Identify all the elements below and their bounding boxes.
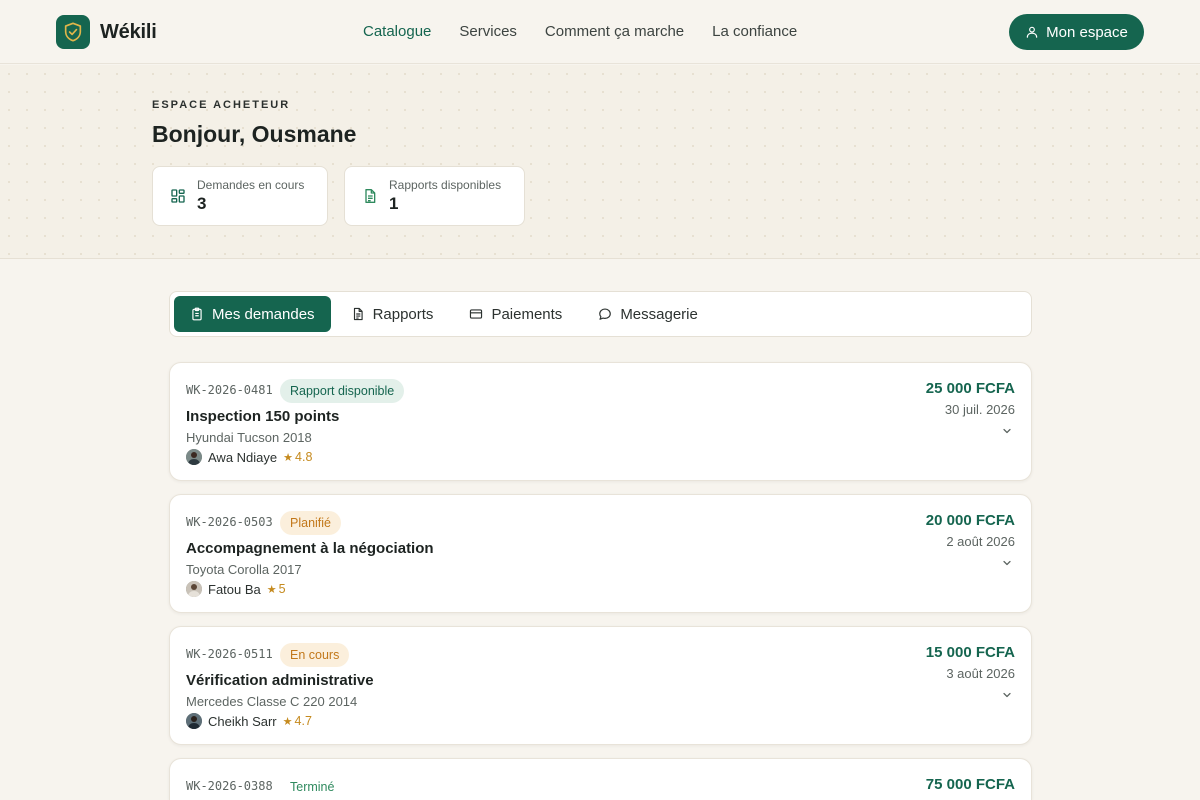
- inspector-info: Cheikh Sarr ★ 4.7: [186, 713, 312, 729]
- request-date: 30 juil. 2026: [944, 402, 1015, 417]
- avatar: [186, 713, 202, 729]
- rating: ★ 4.7: [283, 714, 312, 728]
- rating: ★ 4.8: [283, 450, 312, 464]
- brand-logo[interactable]: Wékili: [56, 15, 157, 49]
- request-title: Inspection 150 points: [186, 408, 340, 425]
- document-icon: [362, 188, 378, 204]
- shield-check-icon: [56, 15, 90, 49]
- status-badge: Planifié: [280, 511, 341, 535]
- credit-card-icon: [470, 309, 483, 319]
- tab-my-requests[interactable]: Mes demandes: [174, 296, 331, 332]
- tab-messaging[interactable]: Messagerie: [582, 296, 714, 332]
- chevron-down-icon[interactable]: [999, 555, 1015, 571]
- request-card[interactable]: WK-2026-0481 Rapport disponible Inspecti…: [169, 362, 1032, 481]
- stat-label: Demandes en cours: [197, 178, 305, 192]
- document-icon: [353, 307, 363, 321]
- tab-label: Paiements: [491, 305, 563, 323]
- top-navigation-bar: Wékili Catalogue Services Comment ça mar…: [0, 0, 1200, 64]
- nav-link-trust[interactable]: La confiance: [712, 22, 797, 42]
- chat-bubble-icon: [599, 308, 612, 320]
- grid-icon: [170, 188, 186, 204]
- request-title: Vérification administrative: [186, 672, 374, 689]
- tab-label: Rapports: [372, 305, 434, 323]
- stat-value: 1: [389, 194, 399, 213]
- section-eyebrow: ESPACE ACHETEUR: [152, 99, 291, 111]
- chevron-down-icon[interactable]: [999, 423, 1015, 439]
- nav-link-how-it-works[interactable]: Comment ça marche: [545, 22, 684, 42]
- clipboard-icon: [192, 307, 202, 321]
- tab-payments[interactable]: Paiements: [453, 296, 578, 332]
- request-reference: WK-2026-0503: [186, 515, 273, 529]
- vehicle-name: Hyundai Tucson 2018: [186, 430, 312, 445]
- request-reference: WK-2026-0388: [186, 779, 273, 793]
- dashboard-tabs: Mes demandes Rapports Paiements Messager…: [169, 291, 1032, 337]
- user-icon: [1026, 26, 1038, 38]
- page-title: Bonjour, Ousmane: [152, 121, 357, 147]
- tab-label: Mes demandes: [212, 305, 315, 323]
- inspector-info: Fatou Ba ★ 5: [186, 581, 286, 597]
- status-badge: Rapport disponible: [280, 379, 405, 403]
- stat-card-requests: Demandes en cours 3: [152, 166, 328, 226]
- vehicle-name: Mercedes Classe C 220 2014: [186, 694, 358, 709]
- dashboard-hero: ESPACE ACHETEUR Bonjour, Ousmane Demande…: [0, 65, 1200, 259]
- request-card[interactable]: WK-2026-0511 En cours Vérification admin…: [169, 626, 1032, 745]
- rating-value: 4.8: [295, 450, 313, 464]
- star-icon: ★: [266, 583, 277, 596]
- request-date: 3 août 2026: [946, 666, 1015, 681]
- star-icon: ★: [283, 451, 294, 464]
- nav-link-catalogue[interactable]: Catalogue: [363, 22, 431, 42]
- my-space-button[interactable]: Mon espace: [1009, 14, 1144, 50]
- stat-value: 3: [197, 194, 207, 213]
- avatar: [186, 449, 202, 465]
- request-price: 75 000 FCFA: [925, 776, 1015, 793]
- chevron-down-icon[interactable]: [999, 687, 1015, 703]
- brand-name: Wékili: [100, 20, 157, 43]
- request-date: 2 août 2026: [946, 534, 1015, 549]
- request-card[interactable]: WK-2026-0388 Terminé 75 000 FCFA: [169, 758, 1032, 800]
- vehicle-name: Toyota Corolla 2017: [186, 562, 302, 577]
- nav-link-services[interactable]: Services: [459, 22, 517, 42]
- rating-value: 5: [278, 582, 286, 596]
- tab-reports[interactable]: Rapports: [335, 296, 450, 332]
- rating: ★ 5: [267, 582, 286, 596]
- tab-label: Messagerie: [620, 305, 698, 323]
- request-card[interactable]: WK-2026-0503 Planifié Accompagnement à l…: [169, 494, 1032, 613]
- status-badge: Terminé: [280, 775, 345, 799]
- inspector-name: Awa Ndiaye: [208, 449, 278, 465]
- request-reference: WK-2026-0481: [186, 383, 273, 397]
- request-price: 20 000 FCFA: [925, 512, 1015, 529]
- avatar: [186, 581, 202, 597]
- request-title: Accompagnement à la négociation: [186, 540, 434, 557]
- inspector-info: Awa Ndiaye ★ 4.8: [186, 449, 312, 465]
- my-space-label: Mon espace: [1046, 23, 1128, 41]
- status-badge: En cours: [280, 643, 350, 667]
- request-price: 15 000 FCFA: [925, 644, 1015, 661]
- main-nav: Catalogue Services Comment ça marche La …: [363, 22, 797, 42]
- stat-card-reports: Rapports disponibles 1: [344, 166, 525, 226]
- inspector-name: Cheikh Sarr: [208, 713, 277, 729]
- rating-value: 4.7: [294, 714, 312, 728]
- inspector-name: Fatou Ba: [208, 581, 261, 597]
- request-reference: WK-2026-0511: [186, 647, 273, 661]
- request-price: 25 000 FCFA: [925, 380, 1015, 397]
- star-icon: ★: [282, 715, 293, 728]
- stat-label: Rapports disponibles: [389, 178, 502, 192]
